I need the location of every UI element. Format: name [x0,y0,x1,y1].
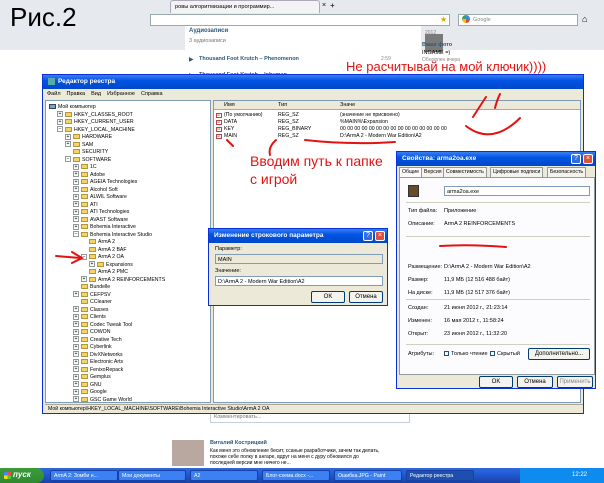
smile-mouth [465,117,521,136]
arrow-line [268,139,277,156]
smile-stroke-2 [494,93,501,109]
smile-stroke-1 [472,96,487,118]
taskbar-task[interactable]: A2 [190,470,258,481]
windows-logo-icon [4,472,11,479]
tree-arrow-shaft [55,255,81,259]
system-tray: 12:22 [520,468,604,483]
clock[interactable]: 12:22 [572,472,587,478]
taskbar-task[interactable]: Ошибка.JPG - Paint [334,470,402,481]
taskbar-task[interactable]: Блог-схема.docx -... [262,470,330,481]
underline-main-value [304,139,396,145]
underline-main-name [226,139,234,147]
underline-location [439,244,507,248]
start-label: пуск [13,470,31,479]
taskbar-task[interactable]: ArmA 2: Зомби н... [50,470,118,481]
taskbar: пуск ArmA 2: Зомби н... Мои документы A2 Бл… [0,468,604,483]
taskbar-task[interactable]: Редактор реестра [406,470,474,481]
taskbar-task[interactable]: Мои документы [118,470,186,481]
annotation-strokes-group [55,93,521,264]
screenshot: ровы алгоритмизации и программир... × + … [0,0,604,483]
annotation-strokes [55,93,521,264]
